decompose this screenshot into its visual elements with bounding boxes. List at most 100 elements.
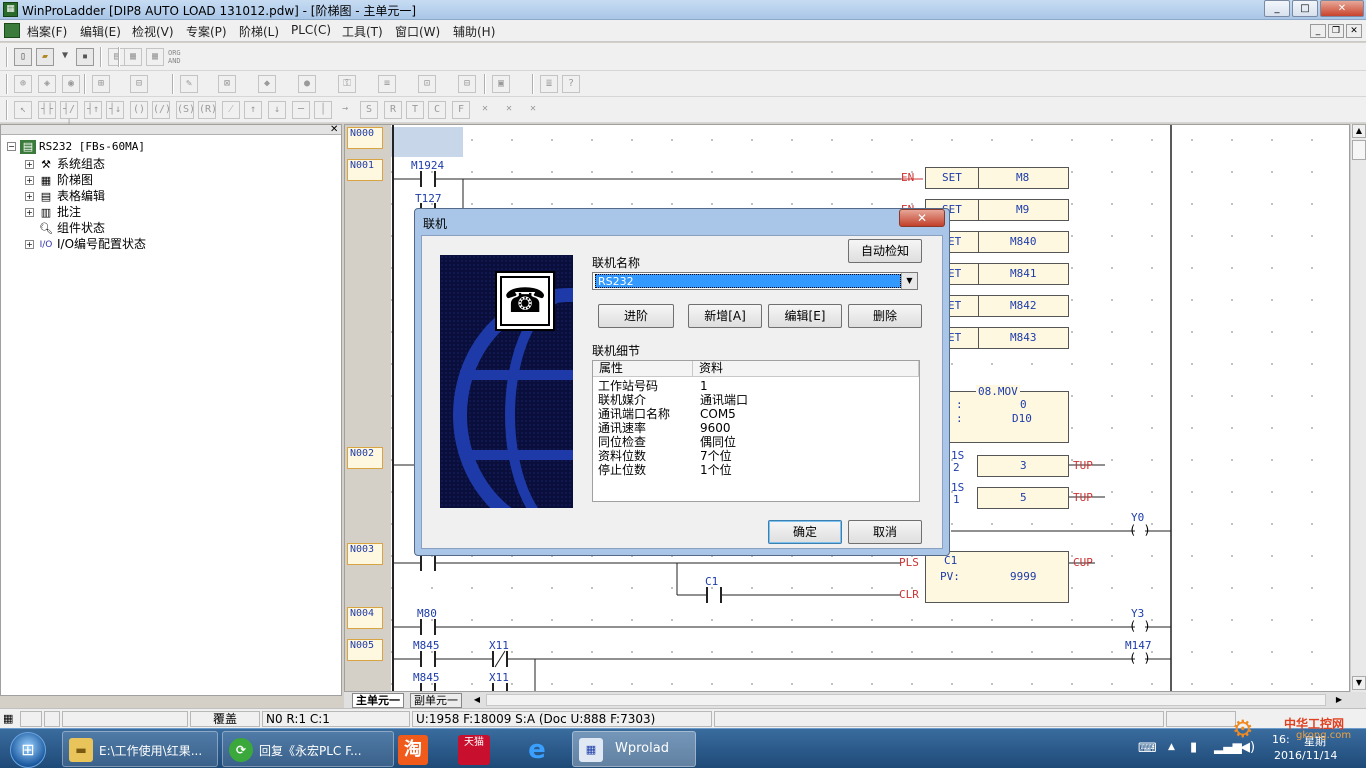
contact-label[interactable]: M1924 [411, 159, 444, 172]
ok-button[interactable]: 确定 [768, 520, 842, 544]
network-label[interactable]: N001 [347, 159, 383, 181]
r-block-icon[interactable]: R [384, 101, 402, 119]
show-hidden-icons-icon[interactable]: ▲ [1168, 742, 1175, 752]
minimize-button[interactable]: _ [1264, 0, 1290, 17]
contact-label[interactable]: M845 [413, 671, 440, 684]
rising-edge-icon[interactable]: ↑ [244, 101, 262, 119]
toolbar2-tool-15-icon[interactable]: ≣ [540, 75, 558, 93]
scroll-up-icon[interactable]: ▲ [1352, 124, 1366, 138]
tree-close-icon[interactable]: ✕ [330, 124, 338, 135]
dialog-close-button[interactable]: ✕ [899, 209, 945, 227]
vertical-scrollbar[interactable]: ▲ ▼ [1350, 124, 1366, 692]
add-button[interactable]: 新增[A] [688, 304, 762, 328]
toolbar2-tool-4-icon[interactable]: ⊞ [92, 75, 110, 93]
mdi-close-button[interactable]: ✕ [1346, 24, 1362, 38]
toolbar2-tool-1-icon[interactable]: ⊕ [14, 75, 32, 93]
hscroll-left-icon[interactable]: ◀ [470, 693, 484, 707]
mdi-restore-button[interactable]: ❐ [1328, 24, 1344, 38]
coil-symbol[interactable]: ( ) [1129, 523, 1151, 537]
delete-button[interactable]: 删除 [848, 304, 922, 328]
timer-block[interactable]: 3 [977, 455, 1069, 477]
toolbar2-tool-5-icon[interactable]: ⊟ [130, 75, 148, 93]
taskbar-item-explorer[interactable]: ▬ E:\工作使用\红果... [62, 731, 218, 767]
device-icon[interactable]: ▮ [1190, 740, 1197, 755]
toolbar2-tool-14-icon[interactable]: ▣ [492, 75, 510, 93]
org-and-icon[interactable]: ORG AND [168, 49, 188, 67]
menu-ladder[interactable]: 阶梯(L) [239, 23, 279, 40]
tree-item-component-status[interactable]: 🔍︎ 组件状态 [25, 219, 105, 235]
expand-icon[interactable]: + [25, 176, 34, 185]
tree-item-comments[interactable]: + ▥ 批注 [25, 203, 81, 219]
maximize-button[interactable]: □ [1292, 0, 1318, 17]
expand-icon[interactable]: + [25, 208, 34, 217]
coil-not-icon[interactable]: (/) [152, 101, 171, 119]
scroll-down-icon[interactable]: ▼ [1352, 676, 1366, 690]
toolbar2-tool-8-icon[interactable]: ◆ [258, 75, 276, 93]
contact-label[interactable]: T127 [415, 192, 442, 205]
column-header-data[interactable]: 资料 [693, 361, 919, 377]
toolbar2-tool-6-icon[interactable]: ✎ [180, 75, 198, 93]
toolbar2-tool-10-icon[interactable]: ⚿ [338, 75, 356, 93]
toolbar2-tool-9-icon[interactable]: ● [298, 75, 316, 93]
table-icon[interactable]: ▦ [124, 48, 142, 66]
scroll-thumb[interactable] [1352, 140, 1366, 160]
counter-block[interactable]: C1 PV: 9999 [925, 551, 1069, 603]
contact-label[interactable]: X11 [489, 671, 509, 684]
taskbar-pin-ie[interactable]: e [514, 731, 568, 767]
connect-arrow-icon[interactable]: → [336, 101, 354, 119]
collapse-icon[interactable]: − [7, 142, 16, 151]
toolbar2-tool-12-icon[interactable]: ⊡ [418, 75, 436, 93]
keyboard-icon[interactable]: ⌨ [1138, 741, 1157, 756]
network-label[interactable]: N004 [347, 607, 383, 629]
coil-icon[interactable]: () [130, 101, 148, 119]
contact-label[interactable]: M845 [413, 639, 440, 652]
coil-reset-icon[interactable]: (R) [198, 101, 217, 119]
tree-item-io-config[interactable]: + I/O I/O编号配置状态 [25, 235, 146, 251]
falling-edge-icon[interactable]: ↓ [268, 101, 286, 119]
hscroll-right-icon[interactable]: ▶ [1332, 693, 1346, 707]
inverse-icon[interactable]: ⁄ [222, 101, 240, 119]
c-block-icon[interactable]: C [428, 101, 446, 119]
toolbar2-tool-16-icon[interactable]: ? [562, 75, 580, 93]
menu-window[interactable]: 窗口(W) [395, 23, 440, 40]
auto-detect-button[interactable]: 自动检知 [848, 239, 922, 263]
tab-main-unit[interactable]: 主单元一 [352, 693, 404, 708]
save-icon[interactable]: ▪ [76, 48, 94, 66]
tray-time[interactable]: 16: [1272, 733, 1290, 746]
contact-label[interactable]: C1 [705, 575, 718, 588]
connection-detail-list[interactable]: 属性 资料 工作站号码 1 联机媒介 通讯端口 通讯端口名称 COM5 通讯速率… [592, 360, 920, 502]
tree-item-ladder[interactable]: + ▦ 阶梯图 [25, 171, 93, 187]
connection-name-select[interactable]: RS232 ▼ [592, 272, 918, 290]
mdi-minimize-button[interactable]: _ [1310, 24, 1326, 38]
timer-block[interactable]: 5 [977, 487, 1069, 509]
t-block-icon[interactable]: T [406, 101, 424, 119]
expand-icon[interactable]: + [25, 240, 34, 249]
network-label[interactable]: N002 [347, 447, 383, 469]
select-arrow-icon[interactable]: ↖ [14, 101, 32, 119]
chevron-down-icon[interactable]: ▼ [901, 273, 917, 289]
toolbar2-tool-13-icon[interactable]: ⊟ [458, 75, 476, 93]
column-header-attribute[interactable]: 属性 [593, 361, 693, 377]
network-label[interactable]: N003 [347, 543, 383, 565]
hscroll-track[interactable] [486, 694, 1326, 706]
taskbar-pin-taobao[interactable]: 淘 [398, 731, 452, 767]
menu-edit[interactable]: 编辑(E) [80, 23, 121, 40]
delete-horizontal-icon[interactable]: ✕ [524, 101, 542, 119]
set-block[interactable]: SET M8 [925, 167, 1069, 189]
toolbar2-tool-3-icon[interactable]: ◉ [62, 75, 80, 93]
taskbar-item-wprolad[interactable]: ▦ Wprolad [572, 731, 696, 767]
taskbar-pin-tmall[interactable]: 天猫 [454, 731, 508, 767]
edit-button[interactable]: 编辑[E] [768, 304, 842, 328]
tray-date[interactable]: 2016/11/14 [1274, 749, 1337, 762]
contact-down-icon[interactable]: ┤↓ [106, 101, 124, 119]
vertical-line-icon[interactable]: │ [314, 101, 332, 119]
network-label[interactable]: N000 [347, 127, 383, 149]
new-file-icon[interactable]: ▯ [14, 48, 32, 66]
contact-label[interactable]: X11 [489, 639, 509, 652]
coil-set-icon[interactable]: (S) [176, 101, 195, 119]
tree-root[interactable]: − ▤ RS232 [FBs-60MA] [7, 139, 145, 155]
menu-help[interactable]: 辅助(H) [453, 23, 495, 40]
delete-vertical-icon[interactable]: ✕ [500, 101, 518, 119]
contact-nc-icon[interactable]: ┤/├ [60, 101, 78, 131]
menu-file[interactable]: 档案(F) [27, 23, 67, 40]
